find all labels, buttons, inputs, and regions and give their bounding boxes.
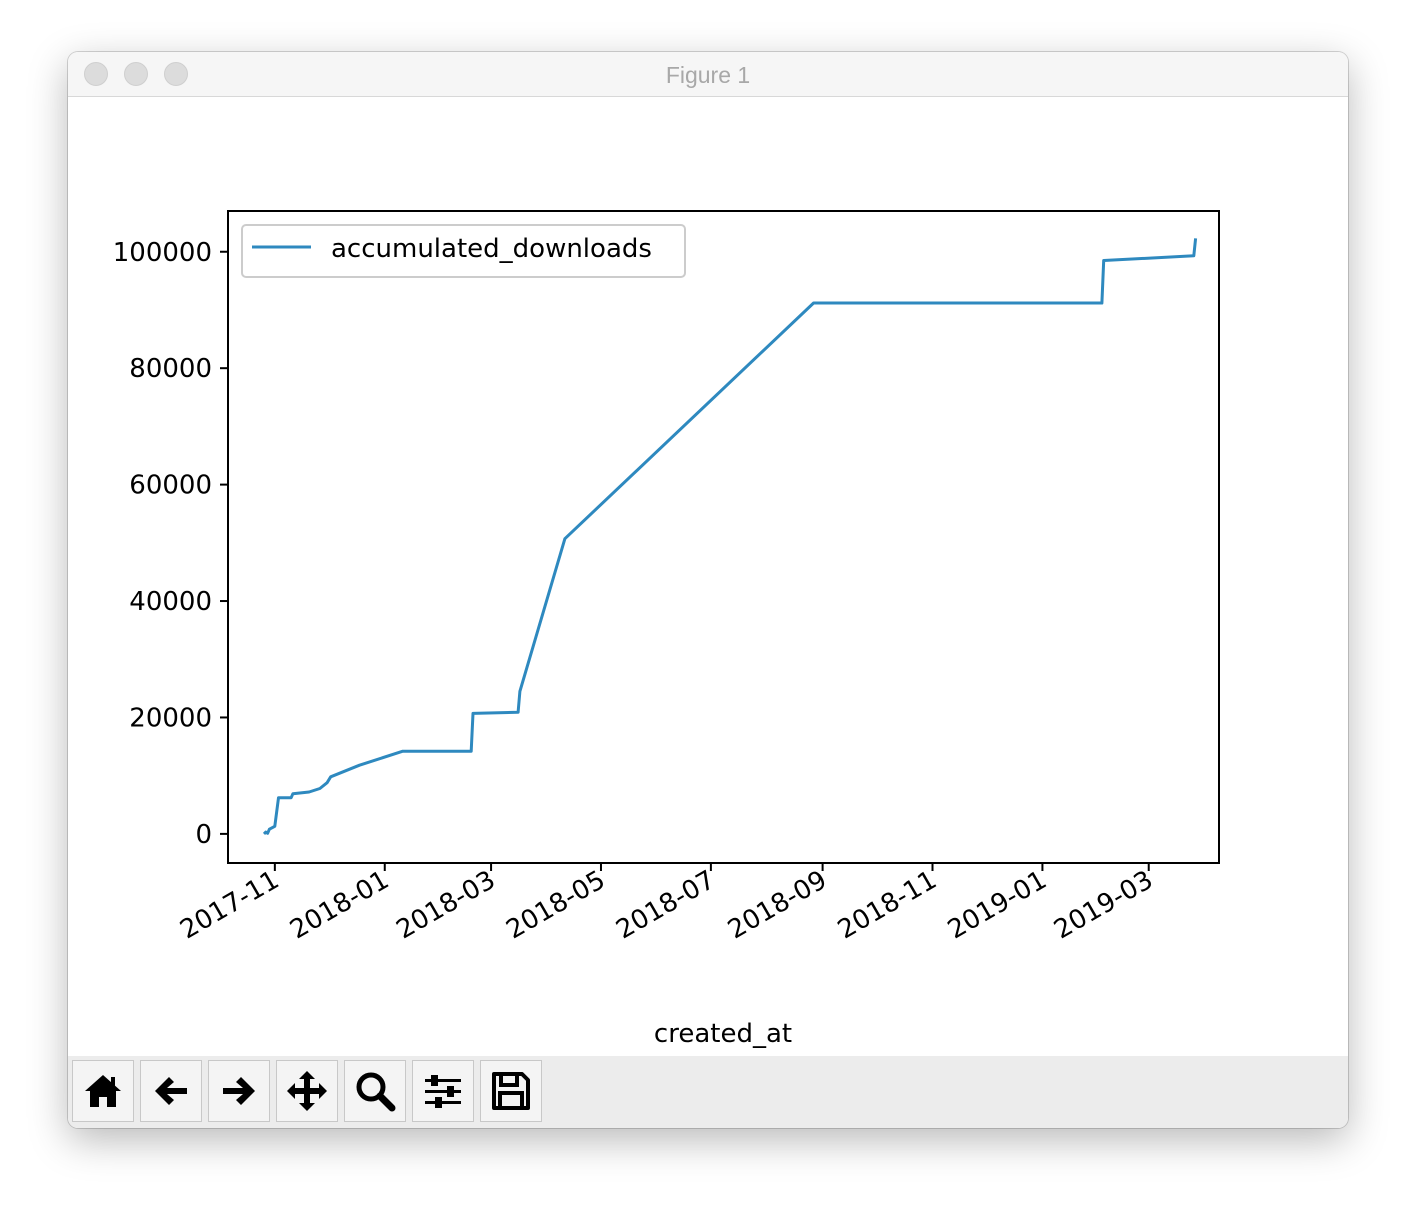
plot-lines (262, 238, 1198, 835)
y-tick-label: 80000 (129, 354, 212, 384)
x-axis: 2017-11 2018-012018-03 2018-05 2018-07 2018-… (175, 863, 1158, 945)
series-line-accumulated_downloads (262, 238, 1198, 835)
y-tick-label: 60000 (129, 471, 212, 501)
arrow-left-icon (155, 1077, 187, 1105)
y-tick-label: 20000 (129, 703, 212, 733)
y-tick-label: 100000 (113, 238, 212, 268)
save-button[interactable] (480, 1060, 542, 1122)
navigation-toolbar (68, 1056, 1348, 1128)
configure-subplots-button[interactable] (412, 1060, 474, 1122)
x-tick-label: 2018-01 (285, 865, 394, 945)
y-tick-label: 0 (195, 820, 212, 850)
x-tick-label: 2017-11 (175, 865, 284, 945)
line-chart: 020000400006000080000100000 2017-11 2018-… (113, 210, 1220, 1049)
arrow-right-icon (223, 1077, 255, 1105)
legend: accumulated_downloads (241, 224, 686, 278)
x-tick-label: 2018-05 (501, 865, 610, 945)
y-axis: 0 20000 40000 60000 80000 100000 (113, 238, 228, 850)
x-tick-label: 2018-03 (391, 865, 500, 945)
figure-canvas[interactable]: 0 20000 40000 60000 80000 100000 2017-11 2018-… (68, 97, 1348, 1056)
home-button[interactable] (72, 1060, 134, 1122)
title-bar: Figure 1 (68, 52, 1348, 97)
zoom-button[interactable] (344, 1060, 406, 1122)
x-axis-label: created_at (654, 1019, 792, 1049)
window-title: Figure 1 (665, 62, 751, 88)
move-icon (287, 1071, 327, 1111)
y-tick-label: 40000 (129, 587, 212, 617)
zoom-icon (356, 1072, 396, 1112)
back-button[interactable] (140, 1060, 202, 1122)
plot-area (227, 210, 1220, 864)
forward-button[interactable] (208, 1060, 270, 1122)
x-tick-label: 2018-11 (833, 865, 942, 945)
legend-label: accumulated_downloads (331, 234, 652, 264)
x-tick-label: 2019-03 (1049, 865, 1158, 945)
sliders-icon (425, 1075, 461, 1108)
x-tick-label: 2018-09 (723, 865, 832, 945)
x-tick-label: 2018-07 (611, 865, 720, 945)
save-icon (492, 1072, 530, 1110)
home-icon (85, 1075, 121, 1107)
figure-window: Figure 1 0 20000 40000 60000 80000 100000 201… (68, 52, 1348, 1128)
pan-button[interactable] (276, 1060, 338, 1122)
x-tick-label: 2019-01 (943, 865, 1052, 945)
